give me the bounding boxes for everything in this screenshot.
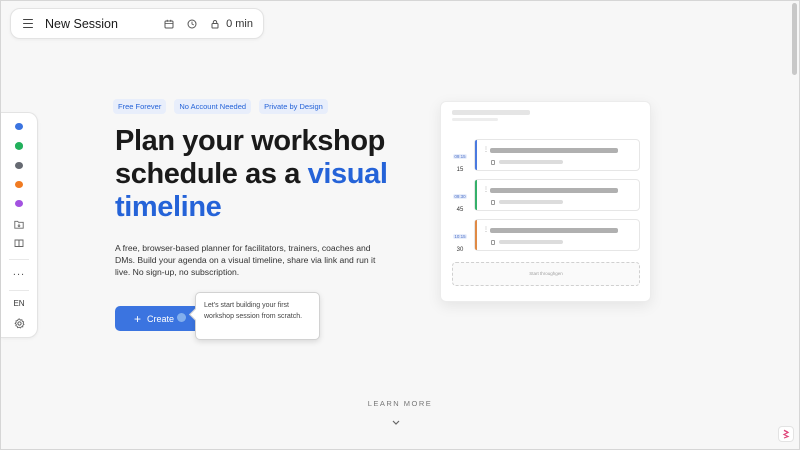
session-duration: 0 min [226,17,253,30]
drag-handle-icon: ⋮ [483,147,489,153]
learn-more-link[interactable]: LEARN MORE [0,399,800,408]
preview-row-minutes: 45 [456,207,464,213]
preview-row-time: 09:30 [453,194,467,199]
activity-color-strip [475,140,477,170]
timeline-preview-card: 09:15 15 ⋮ 09:30 45 ⋮ 10:15 30 ⋮ Start t… [440,101,651,302]
preview-activity-row: ⋮ [474,219,640,251]
clock-icon[interactable] [185,17,199,31]
gear-icon[interactable] [13,318,25,329]
brand-logo-icon[interactable] [778,426,794,442]
preview-time-column: 09:30 45 [451,185,469,213]
onboarding-tooltip: Let's start building your first workshop… [195,292,320,340]
color-orange-swatch[interactable] [15,180,23,189]
preview-title-placeholder [452,110,530,115]
document-icon [491,160,495,165]
preview-row-time: 10:15 [453,234,467,239]
book-icon[interactable] [13,238,25,249]
activity-title-placeholder [490,188,618,193]
color-green-swatch[interactable] [15,142,23,150]
preview-row-minutes: 15 [456,167,464,173]
session-title[interactable]: New Session [45,17,153,31]
hero-description: A free, browser-based planner for facili… [115,243,376,277]
create-session-button[interactable]: + Create [115,306,203,331]
activity-note-placeholder [499,200,563,204]
drag-handle-icon: ⋮ [483,227,489,233]
create-button-label: Create [147,313,175,324]
badge-free-forever: Free Forever [113,99,167,114]
drag-handle-icon: ⋮ [483,187,489,193]
preview-activity-row: ⋮ [474,179,640,211]
preview-drop-zone: Start throughgen [452,262,640,286]
activity-note-placeholder [499,240,563,244]
preview-time-column: 10:15 30 [451,225,469,253]
rail-divider [9,290,29,291]
color-blue-swatch[interactable] [15,123,23,131]
hero-title: Plan your workshop schedule as a visual … [115,125,415,224]
activity-note-placeholder [499,160,563,164]
scrollbar[interactable] [792,3,797,75]
menu-icon[interactable] [23,19,33,28]
more-options-icon[interactable]: ... [13,267,25,278]
preview-row-time: 09:15 [453,154,467,159]
language-switch[interactable]: EN [13,299,24,308]
preview-subtitle-placeholder [452,118,498,121]
calendar-icon[interactable] [162,17,176,31]
color-purple-swatch[interactable] [15,200,23,208]
lock-icon[interactable] [208,17,222,31]
activity-color-strip [475,180,477,210]
chevron-down-icon[interactable] [390,418,402,428]
left-toolbar: ... EN [1,112,38,338]
preview-activity-row: ⋮ [474,139,640,171]
preview-time-column: 09:15 15 [451,145,469,173]
folder-import-icon[interactable] [13,219,25,230]
activity-title-placeholder [490,148,618,153]
rail-divider [9,259,29,261]
plus-icon: + [134,311,142,326]
badge-private: Private by Design [259,99,328,114]
badge-no-account: No Account Needed [174,99,252,114]
feature-badges: Free Forever No Account Needed Private b… [113,99,328,114]
activity-title-placeholder [490,228,618,233]
color-gray-swatch[interactable] [15,161,23,169]
cursor-indicator [177,313,186,322]
document-icon [491,200,495,205]
session-bar: New Session 0 min [10,8,264,39]
activity-color-strip [475,220,477,250]
window-frame [0,0,800,450]
document-icon [491,240,495,245]
preview-row-minutes: 30 [456,247,464,253]
